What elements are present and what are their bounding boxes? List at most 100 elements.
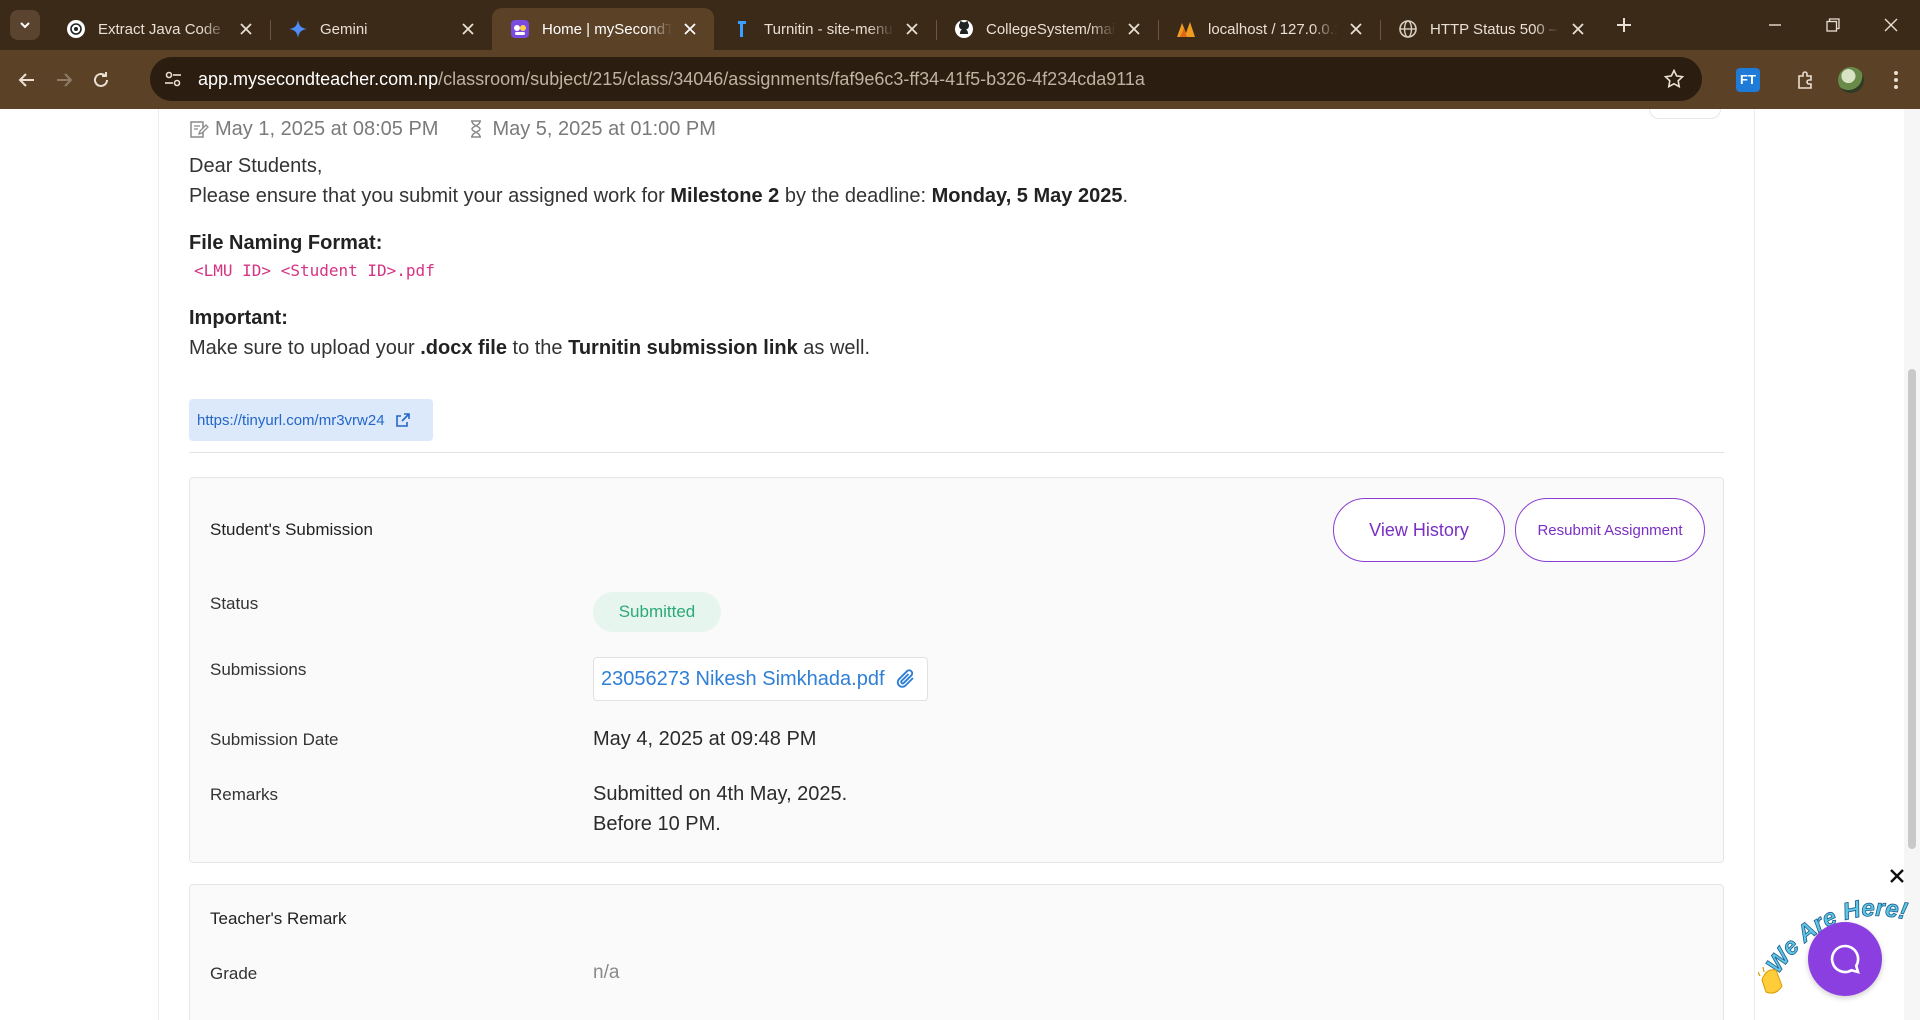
- gemini-icon: [288, 19, 308, 39]
- scrollbar-thumb[interactable]: [1908, 369, 1916, 849]
- instruction-line: Please ensure that you submit your assig…: [189, 181, 1128, 211]
- tune-icon: [165, 71, 181, 87]
- tab-title: Turnitin - site-menu.html: [764, 20, 894, 38]
- url-host: app.mysecondteacher.com.np: [198, 68, 439, 89]
- remarks-line: Before 10 PM.: [593, 813, 721, 835]
- assignment-description: Dear Students, Please ensure that you su…: [189, 151, 1128, 363]
- github-icon: [954, 19, 974, 39]
- globe-icon: [1398, 19, 1418, 39]
- text: to the: [506, 337, 569, 359]
- extension-ft-button[interactable]: FT: [1736, 67, 1760, 92]
- tab-http-status-500[interactable]: HTTP Status 500 – Internal: [1380, 8, 1602, 50]
- tab-github[interactable]: CollegeSystem/main/: [936, 8, 1158, 50]
- profile-avatar[interactable]: [1838, 66, 1864, 93]
- menu-button[interactable]: [1878, 62, 1914, 98]
- text: by the deadline:: [779, 185, 932, 207]
- browser-tab-bar: Extract Java Code Gemini Home | mySecond…: [0, 0, 1920, 50]
- close-icon[interactable]: [1346, 19, 1366, 39]
- tab-title: localhost / 127.0.0.1 /: [1208, 20, 1338, 38]
- turnitin-icon: [732, 19, 752, 39]
- url-path: /classroom/subject/215/class/34046/assig…: [438, 68, 1145, 89]
- turnitin-link-text: Turnitin submission link: [568, 337, 798, 359]
- back-button[interactable]: [9, 62, 45, 98]
- toolbar-right: FT: [1736, 50, 1920, 109]
- view-history-button[interactable]: View History: [1333, 498, 1505, 562]
- docx-file-text: .docx file: [420, 337, 507, 359]
- close-icon[interactable]: [236, 19, 256, 39]
- plus-icon: [1617, 18, 1631, 32]
- close-icon[interactable]: [902, 19, 922, 39]
- text: .: [1122, 185, 1129, 207]
- bookmark-button[interactable]: [1660, 65, 1688, 93]
- reload-icon: [94, 71, 108, 87]
- milestone-name: Milestone 2: [670, 185, 780, 207]
- mysecondteacher-icon: [510, 19, 530, 39]
- resource-link[interactable]: https://tinyurl.com/mr3vrw24: [189, 399, 433, 441]
- panel-title: Student's Submission: [210, 520, 373, 539]
- tab-mysecondteacher[interactable]: Home | mySecondTeacher: [492, 8, 714, 50]
- tab-turnitin[interactable]: Turnitin - site-menu.html: [714, 8, 936, 50]
- due-date-text: May 5, 2025 at 01:00 PM: [492, 117, 716, 140]
- greeting: Dear Students,: [189, 155, 323, 177]
- extensions-button[interactable]: [1788, 62, 1824, 98]
- restore-icon: [1826, 18, 1840, 32]
- close-icon[interactable]: [458, 19, 478, 39]
- remarks-line: Submitted on 4th May, 2025.: [593, 783, 848, 805]
- chevron-down-icon: [20, 22, 30, 29]
- text: Please ensure that you submit your assig…: [189, 185, 671, 207]
- naming-heading: File Naming Format:: [189, 232, 383, 254]
- url-text: app.mysecondteacher.com.np/classroom/sub…: [198, 69, 1145, 90]
- submission-file-name: 23056273 Nikesh Simkhada.pdf: [601, 667, 885, 690]
- minimize-icon: [1769, 24, 1781, 26]
- tab-extract-java-code[interactable]: Extract Java Code: [48, 8, 270, 50]
- chat-widget-close-button[interactable]: [1886, 865, 1908, 887]
- puzzle-icon: [1798, 70, 1812, 89]
- remarks-value: Submitted on 4th May, 2025. Before 10 PM…: [593, 779, 847, 839]
- chat-bubble-icon: [1830, 944, 1860, 974]
- tab-strip: Extract Java Code Gemini Home | mySecond…: [48, 0, 1602, 50]
- tab-title: Gemini: [320, 20, 368, 38]
- close-icon[interactable]: [1124, 19, 1144, 39]
- divider: [189, 452, 1724, 453]
- minimize-button[interactable]: [1746, 0, 1804, 50]
- created-date: May 1, 2025 at 08:05 PM: [189, 118, 438, 141]
- tab-phpmyadmin[interactable]: localhost / 127.0.0.1 /: [1158, 8, 1380, 50]
- window-controls: [1746, 0, 1920, 50]
- text: as well.: [797, 337, 870, 359]
- phpmyadmin-icon: [1176, 19, 1196, 39]
- card-header-button[interactable]: [1649, 109, 1721, 119]
- new-tab-button[interactable]: [1608, 9, 1640, 41]
- hourglass-icon: [471, 120, 482, 138]
- submission-file-link[interactable]: 23056273 Nikesh Simkhada.pdf: [593, 657, 928, 701]
- close-window-button[interactable]: [1862, 0, 1920, 50]
- resource-link-text: https://tinyurl.com/mr3vrw24: [197, 411, 385, 429]
- restore-button[interactable]: [1804, 0, 1862, 50]
- text: Make sure to upload your: [189, 337, 421, 359]
- chat-launcher-button[interactable]: [1808, 922, 1882, 996]
- close-icon[interactable]: [1568, 19, 1588, 39]
- edit-note-icon: [190, 121, 209, 138]
- resubmit-assignment-button[interactable]: Resubmit Assignment: [1515, 498, 1705, 562]
- submission-date-value: May 4, 2025 at 09:48 PM: [593, 728, 817, 750]
- panel-title: Teacher's Remark: [210, 909, 347, 928]
- close-icon[interactable]: [680, 19, 700, 39]
- reload-button[interactable]: [83, 62, 119, 98]
- naming-format-code: <LMU ID> <Student ID>.pdf: [194, 261, 435, 280]
- page-viewport: May 1, 2025 at 08:05 PM May 5, 2025 at 0…: [0, 109, 1920, 1020]
- grade-value: n/a: [593, 962, 620, 983]
- tab-search-button[interactable]: [10, 10, 40, 40]
- created-date-text: May 1, 2025 at 08:05 PM: [215, 117, 439, 140]
- important-line: Make sure to upload your .docx file to t…: [189, 333, 1128, 363]
- due-date: May 5, 2025 at 01:00 PM: [466, 117, 716, 141]
- address-bar[interactable]: app.mysecondteacher.com.np/classroom/sub…: [150, 57, 1702, 101]
- status-badge: Submitted: [593, 592, 721, 632]
- tab-gemini[interactable]: Gemini: [270, 8, 492, 50]
- arrow-right-icon: [57, 72, 73, 87]
- submissions-label: Submissions: [210, 660, 307, 679]
- site-info-button[interactable]: [156, 62, 190, 96]
- teacher-remark-panel: Teacher's Remark Grade n/a: [189, 884, 1724, 1020]
- important-heading: Important:: [189, 307, 288, 329]
- arrow-left-icon: [18, 72, 34, 87]
- forward-button[interactable]: [46, 62, 82, 98]
- remarks-label: Remarks: [210, 785, 279, 804]
